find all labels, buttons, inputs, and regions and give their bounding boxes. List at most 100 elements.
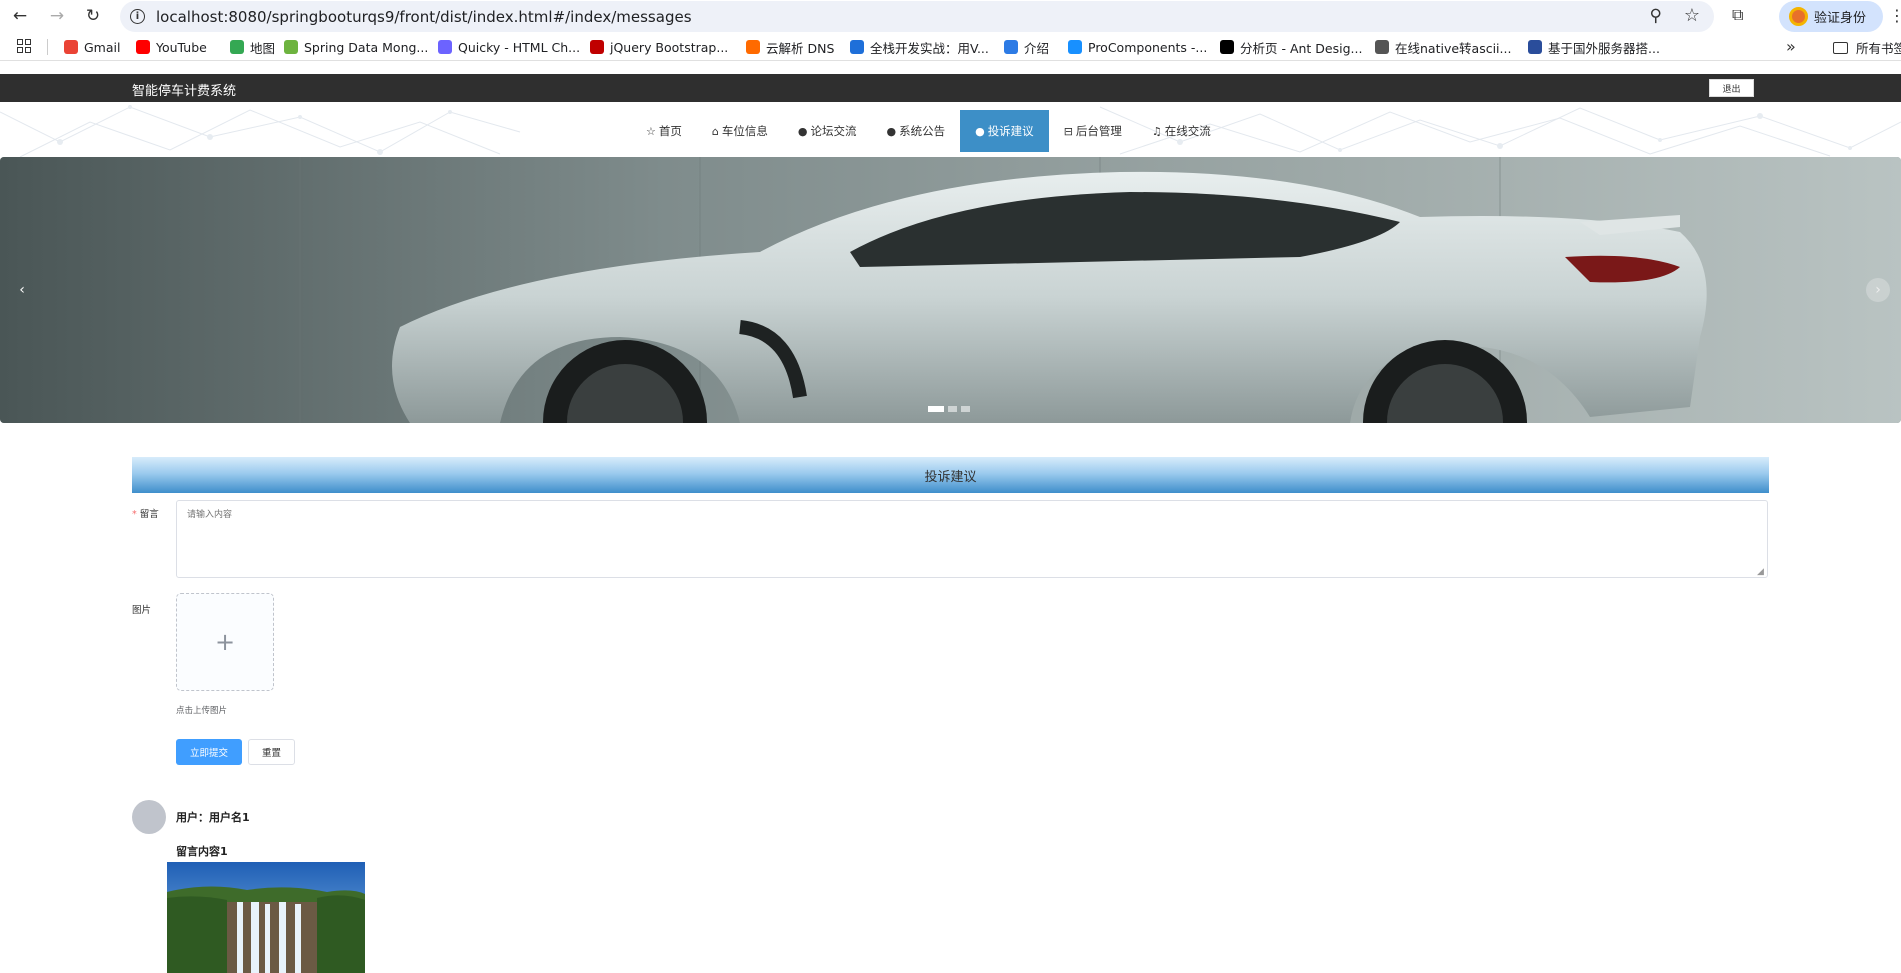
nav-item-icon: ☆ — [646, 124, 656, 138]
bookmark-favicon-icon — [850, 40, 864, 54]
folder-icon — [1833, 41, 1848, 54]
bookmark-item[interactable]: ProComponents -... — [1068, 38, 1207, 56]
bookmark-favicon-icon — [284, 40, 298, 54]
submit-button[interactable]: 立即提交 — [176, 739, 242, 765]
nav-item-label: 首页 — [658, 124, 682, 138]
nav-item[interactable]: ☆ 首页 — [631, 110, 697, 152]
more-bookmarks-icon[interactable]: » — [1786, 37, 1796, 56]
address-bar[interactable]: i localhost:8080/springbooturqs9/front/d… — [120, 1, 1714, 32]
bookmark-label: Gmail — [84, 39, 121, 55]
zoom-icon[interactable]: ⚲ — [1650, 6, 1662, 26]
nav-item-label: 后台管理 — [1075, 124, 1122, 138]
bookmark-item[interactable]: 分析页 - Ant Desig... — [1220, 38, 1362, 56]
bookmark-item[interactable]: YouTube — [136, 38, 207, 56]
resize-handle-icon[interactable]: ◢ — [1757, 567, 1764, 577]
image-upload-button[interactable]: + — [176, 593, 274, 691]
nav-item-label: 在线交流 — [1164, 124, 1211, 138]
bookmark-item[interactable]: 基于国外服务器搭... — [1528, 38, 1660, 56]
nav-item-icon: ● — [886, 124, 897, 138]
bookmark-label: 在线native转ascii... — [1395, 40, 1512, 56]
bookmark-label: ProComponents -... — [1088, 39, 1208, 55]
bookmark-item[interactable]: Spring Data Mong... — [284, 38, 428, 56]
nav-item[interactable]: ● 系统公告 — [871, 110, 960, 152]
bookmark-favicon-icon — [438, 40, 452, 54]
bookmark-label: jQuery Bootstrap... — [610, 39, 729, 55]
carousel-dot[interactable] — [928, 406, 944, 412]
waterfall-image — [167, 862, 365, 973]
logout-button[interactable]: 退出 — [1709, 79, 1754, 97]
bookmark-favicon-icon — [1004, 40, 1018, 54]
bookmark-label: Spring Data Mong... — [304, 39, 429, 55]
browser-menu-icon[interactable]: ⋮ — [1889, 6, 1901, 25]
nav-item-icon: ⌂ — [711, 124, 719, 138]
bookmark-favicon-icon — [746, 40, 760, 54]
nav-item-label: 系统公告 — [899, 124, 946, 138]
carousel-next-button[interactable]: › — [1866, 278, 1890, 302]
bookmark-label: YouTube — [156, 39, 207, 55]
bookmark-favicon-icon — [1068, 40, 1082, 54]
bookmark-favicon-icon — [590, 40, 604, 54]
profile-label: 验证身份 — [1814, 11, 1867, 26]
nav-item[interactable]: ● 投诉建议 — [960, 110, 1049, 152]
bookmark-label: 介绍 — [1024, 40, 1050, 56]
bookmark-item[interactable]: 在线native转ascii... — [1375, 38, 1511, 56]
site-title: 智能停车计费系统 — [132, 84, 237, 99]
profile-avatar-icon — [1789, 7, 1808, 26]
bookmark-item[interactable]: 地图 — [230, 38, 275, 56]
main-nav: ☆ 首页 ⌂ 车位信息 ● 论坛交流 ● 系统公告 ● 投诉建议 ⊟ 后台管理 ♫ 在线交流 — [0, 102, 1901, 157]
section-title: 投诉建议 — [132, 457, 1769, 493]
nav-item-icon: ● — [975, 124, 985, 138]
profile-button[interactable]: 验证身份 — [1779, 1, 1883, 32]
bookmark-label: 全栈开发实战：用V... — [870, 40, 989, 56]
nav-item-label: 论坛交流 — [810, 124, 857, 138]
banner-carousel[interactable]: ‹ › — [0, 157, 1901, 423]
bookmark-item[interactable]: Gmail — [64, 38, 120, 56]
carousel-dot[interactable] — [948, 406, 957, 412]
car-banner-image — [0, 157, 1901, 423]
bookmark-label: 基于国外服务器搭... — [1548, 40, 1660, 56]
nav-item-icon: ⊟ — [1063, 124, 1073, 138]
carousel-prev-button[interactable]: ‹ — [10, 278, 34, 302]
reset-button[interactable]: 重置 — [248, 739, 295, 765]
bookmark-favicon-icon — [136, 40, 150, 54]
upload-tip: 点击上传图片 — [176, 706, 228, 716]
bookmark-item[interactable]: 云解析 DNS — [746, 38, 834, 56]
all-bookmarks-label: 所有书签 — [1856, 41, 1901, 56]
carousel-dot[interactable] — [961, 406, 970, 412]
bookmark-item[interactable]: 介绍 — [1004, 38, 1049, 56]
message-image[interactable] — [167, 862, 365, 973]
bookmark-label: 分析页 - Ant Desig... — [1240, 40, 1363, 56]
nav-item-label: 投诉建议 — [987, 124, 1034, 138]
message-content: 留言内容1 — [176, 845, 228, 858]
bookmarks-bar: Gmail YouTube 地图 Spring Data Mong... Quicky … — [0, 33, 1901, 61]
bookmark-label: 地图 — [250, 40, 276, 56]
extensions-icon[interactable]: ⧉ — [1732, 5, 1752, 25]
nav-item-icon: ♫ — [1151, 124, 1162, 138]
browser-toolbar: ← → ↻ i localhost:8080/springbooturqs9/f… — [0, 0, 1901, 33]
forward-arrow-icon[interactable]: → — [45, 4, 69, 28]
all-bookmarks-folder[interactable]: 所有书签 — [1833, 38, 1901, 57]
bookmark-favicon-icon — [1220, 40, 1234, 54]
nav-item[interactable]: ⌂ 车位信息 — [697, 110, 783, 152]
message-textarea[interactable] — [176, 500, 1768, 578]
site-info-icon[interactable]: i — [130, 9, 145, 24]
reload-icon[interactable]: ↻ — [81, 4, 105, 28]
bookmark-star-icon[interactable]: ☆ — [1684, 5, 1700, 26]
bookmark-item[interactable]: Quicky - HTML Ch... — [438, 38, 580, 56]
bookmark-favicon-icon — [1375, 40, 1389, 54]
avatar — [132, 800, 166, 834]
nav-item[interactable]: ♫ 在线交流 — [1137, 110, 1226, 152]
url-text[interactable]: localhost:8080/springbooturqs9/front/dis… — [156, 8, 692, 26]
nav-item[interactable]: ● 论坛交流 — [783, 110, 872, 152]
bookmark-label: Quicky - HTML Ch... — [458, 39, 581, 55]
bookmark-favicon-icon — [64, 40, 78, 54]
nav-item-label: 车位信息 — [721, 124, 768, 138]
bookmark-item[interactable]: 全栈开发实战：用V... — [850, 38, 989, 56]
back-arrow-icon[interactable]: ← — [8, 4, 32, 28]
apps-grid-icon[interactable] — [17, 39, 31, 53]
nav-item[interactable]: ⊟ 后台管理 — [1049, 110, 1137, 152]
bookmarks-divider — [47, 39, 48, 55]
nav-list: ☆ 首页 ⌂ 车位信息 ● 论坛交流 ● 系统公告 ● 投诉建议 ⊟ 后台管理 ♫ 在线交流 — [631, 110, 1226, 152]
bookmark-item[interactable]: jQuery Bootstrap... — [590, 38, 728, 56]
image-label: 图片 — [132, 605, 152, 616]
